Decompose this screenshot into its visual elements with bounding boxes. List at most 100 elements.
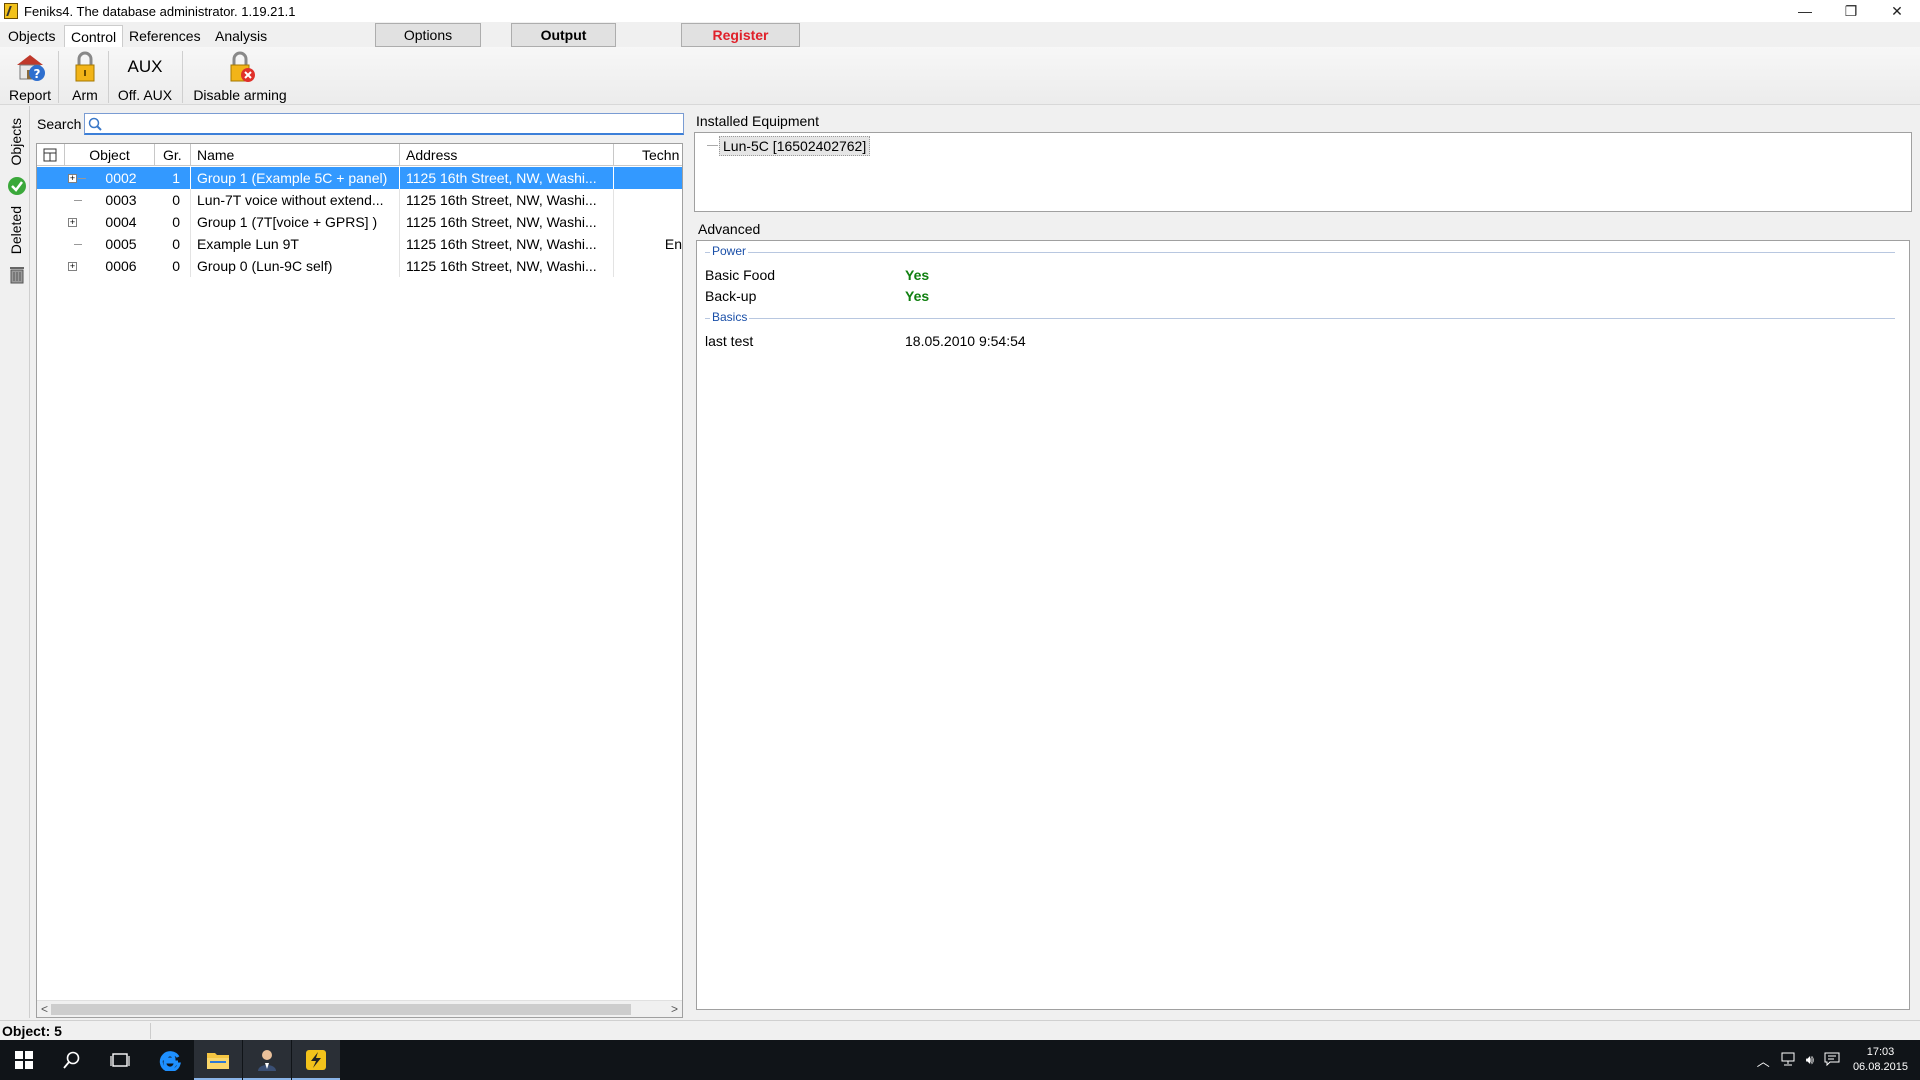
- property-name: last test: [705, 333, 754, 349]
- taskbar-feniks[interactable]: [292, 1040, 340, 1080]
- group-title-basics: Basics: [710, 310, 750, 324]
- grid-header: Object Gr. Name Address Techn: [37, 144, 682, 166]
- cell-techn: [614, 211, 682, 233]
- table-row[interactable]: 0005 0 Example Lun 9T 1125 16th Street, …: [37, 233, 682, 255]
- taskbar-clock[interactable]: 17:03 06.08.2015: [1853, 1045, 1908, 1075]
- group-divider: [705, 252, 1895, 253]
- scroll-left-icon[interactable]: <: [41, 1001, 48, 1017]
- toolbar-separator: [182, 51, 183, 103]
- side-tab-deleted[interactable]: Deleted: [8, 206, 24, 254]
- network-icon[interactable]: [1780, 1052, 1796, 1069]
- output-button[interactable]: Output: [511, 23, 616, 47]
- off-aux-button[interactable]: AUX Off. AUX: [115, 51, 175, 103]
- row-indicator: [37, 167, 65, 189]
- disable-arming-lock-icon: [223, 51, 257, 83]
- property-value: 18.05.2010 9:54:54: [905, 333, 1026, 349]
- folder-icon: [207, 1053, 229, 1069]
- volume-icon[interactable]: 🔊︎: [1806, 1052, 1814, 1068]
- cell-group: 0: [155, 233, 191, 255]
- search-icon: [88, 117, 102, 131]
- system-tray: ︿ 🔊︎ 17:03 06.08.2015: [1752, 1040, 1920, 1080]
- cell-name: Group 1 (Example 5C + panel): [191, 167, 400, 189]
- taskbar: ︿ 🔊︎ 17:03 06.08.2015: [0, 1040, 1920, 1080]
- close-button[interactable]: ✕: [1874, 0, 1920, 22]
- svg-text:?: ?: [34, 67, 41, 81]
- column-header-address[interactable]: Address: [400, 144, 614, 166]
- report-button[interactable]: ? Report: [8, 51, 52, 103]
- clock-time: 17:03: [1866, 1046, 1895, 1058]
- restore-button[interactable]: ❐: [1828, 0, 1874, 22]
- column-header-group[interactable]: Gr.: [155, 144, 191, 166]
- horizontal-scrollbar[interactable]: < >: [37, 1000, 682, 1017]
- cell-address: 1125 16th Street, NW, Washi...: [400, 167, 614, 189]
- expand-icon[interactable]: +: [68, 174, 77, 183]
- column-header-name[interactable]: Name: [191, 144, 400, 166]
- tree-line: [74, 200, 82, 201]
- register-button[interactable]: Register: [681, 23, 800, 47]
- search-box[interactable]: [84, 113, 684, 135]
- start-button[interactable]: [0, 1040, 48, 1080]
- cell-address: 1125 16th Street, NW, Washi...: [400, 233, 614, 255]
- cell-address: 1125 16th Street, NW, Washi...: [400, 211, 614, 233]
- toolbar-separator: [58, 51, 59, 103]
- scroll-right-icon[interactable]: >: [671, 1001, 678, 1017]
- search-input[interactable]: [102, 114, 683, 133]
- tray-overflow-icon[interactable]: ︿: [1757, 1051, 1770, 1070]
- tab-control[interactable]: Control: [64, 25, 124, 47]
- property-value: Yes: [905, 288, 930, 304]
- expand-icon[interactable]: +: [68, 218, 77, 227]
- tab-analysis[interactable]: Analysis: [209, 25, 273, 47]
- column-header-object[interactable]: Object: [65, 144, 155, 166]
- expand-icon[interactable]: +: [68, 262, 77, 271]
- taskbar-user-app[interactable]: [243, 1040, 291, 1080]
- cell-group: 1: [155, 167, 191, 189]
- tab-references[interactable]: References: [123, 25, 207, 47]
- cell-group: 0: [155, 189, 191, 211]
- table-row[interactable]: 0003 0 Lun-7T voice without extend... 11…: [37, 189, 682, 211]
- cell-address: 1125 16th Street, NW, Washi...: [400, 189, 614, 211]
- minimize-button[interactable]: —: [1782, 0, 1828, 22]
- column-header-techn[interactable]: Techn: [614, 144, 682, 166]
- taskbar-search-button[interactable]: [48, 1040, 96, 1080]
- cell-object: 0005: [105, 236, 137, 252]
- equipment-item[interactable]: Lun-5C [16502402762]: [719, 136, 871, 156]
- scrollbar-thumb[interactable]: [51, 1004, 631, 1015]
- side-tabs: Objects Deleted: [0, 106, 30, 1018]
- disable-arming-button[interactable]: Disable arming: [190, 51, 290, 103]
- search-label: Search: [37, 116, 82, 132]
- feniks-app-icon: [4, 3, 18, 19]
- report-house-question-icon: ?: [13, 51, 47, 83]
- arm-button[interactable]: Arm: [68, 51, 102, 103]
- advanced-label: Advanced: [698, 221, 761, 237]
- options-button[interactable]: Options: [375, 23, 481, 47]
- cell-object: 0004: [105, 214, 137, 230]
- title-bar: Feniks4. The database administrator. 1.1…: [0, 0, 1920, 22]
- report-label: Report: [8, 87, 52, 103]
- task-view-button[interactable]: [96, 1040, 144, 1080]
- trash-icon: [8, 264, 26, 287]
- tree-line: [707, 145, 718, 146]
- window-title: Feniks4. The database administrator. 1.1…: [24, 3, 296, 19]
- cell-techn: En: [664, 236, 682, 252]
- cell-techn: [614, 167, 682, 189]
- installed-equipment-tree: Lun-5C [16502402762]: [694, 132, 1912, 212]
- cell-name: Group 1 (7T[voice + GPRS] ): [191, 211, 400, 233]
- column-chooser-button[interactable]: [37, 144, 65, 166]
- taskbar-edge[interactable]: [146, 1040, 194, 1080]
- cell-object: 0002: [105, 170, 137, 186]
- side-tab-objects[interactable]: Objects: [8, 118, 24, 165]
- cell-group: 0: [155, 211, 191, 233]
- edge-browser-icon: [159, 1051, 181, 1071]
- tab-objects[interactable]: Objects: [2, 25, 61, 47]
- action-center-icon[interactable]: [1824, 1052, 1840, 1069]
- cell-name: Group 0 (Lun-9C self): [191, 255, 400, 277]
- cell-techn: [614, 255, 682, 277]
- table-row[interactable]: + 0006 0 Group 0 (Lun-9C self) 1125 16th…: [37, 255, 682, 277]
- group-title-power: Power: [710, 244, 749, 258]
- property-name: Basic Food: [705, 267, 776, 283]
- table-row[interactable]: + 0002 1 Group 1 (Example 5C + panel) 11…: [37, 167, 682, 189]
- table-row[interactable]: + 0004 0 Group 1 (7T[voice + GPRS] ) 112…: [37, 211, 682, 233]
- window-controls: — ❐ ✕: [1782, 0, 1920, 22]
- taskbar-file-explorer[interactable]: [194, 1040, 242, 1080]
- taskbar-search-icon: [63, 1051, 80, 1069]
